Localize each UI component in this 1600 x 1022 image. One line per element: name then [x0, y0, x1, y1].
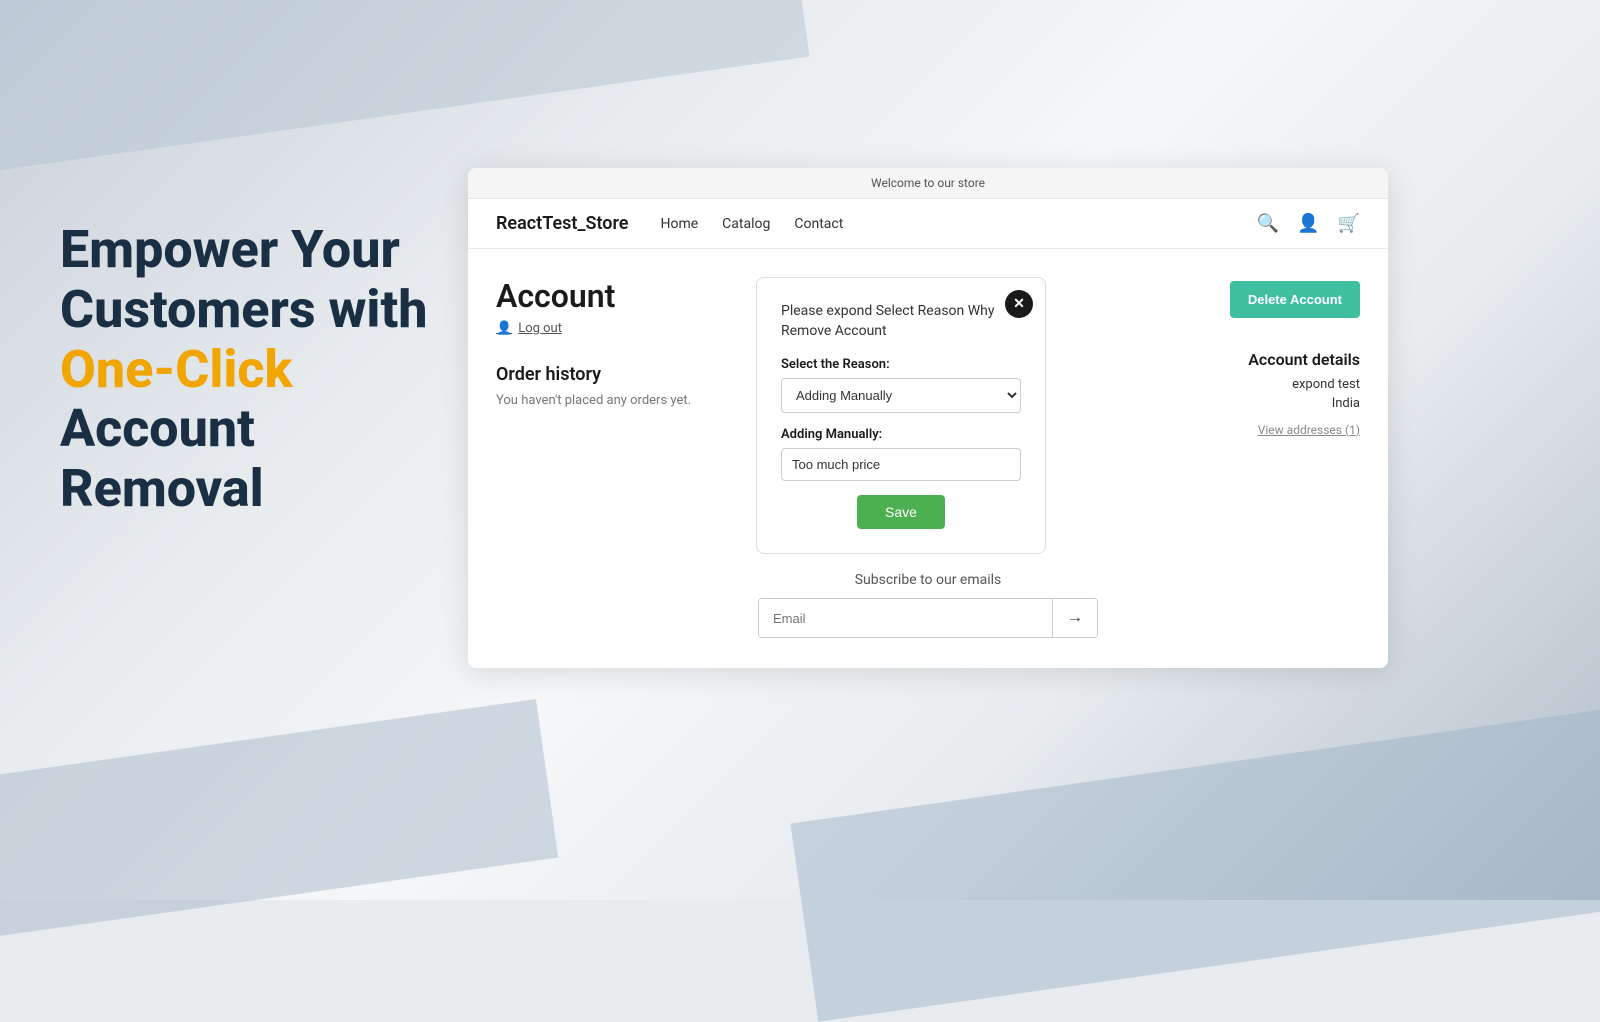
logout-label[interactable]: Log out: [518, 321, 562, 336]
logout-link[interactable]: 👤 Log out: [496, 321, 736, 336]
order-history-empty: You haven't placed any orders yet.: [496, 393, 736, 408]
hero-line4: Removal: [60, 458, 264, 519]
hero-line1: Empower Your: [60, 219, 400, 280]
save-button[interactable]: Save: [857, 495, 945, 529]
subscribe-title: Subscribe to our emails: [758, 572, 1098, 588]
subscribe-section: Subscribe to our emails →: [758, 572, 1098, 638]
email-input[interactable]: [759, 599, 1052, 637]
modal-close-button[interactable]: ✕: [1005, 290, 1033, 318]
user-icon: 👤: [496, 321, 512, 336]
reason-select[interactable]: Adding Manually Too expensive Not useful…: [781, 378, 1021, 413]
subscribe-submit-button[interactable]: →: [1052, 599, 1097, 637]
store-brand[interactable]: ReactTest_Store: [496, 213, 628, 234]
nav-catalog[interactable]: Catalog: [722, 216, 770, 232]
modal-title: Please expond Select Reason Why Remove A…: [781, 302, 1021, 341]
account-details-title: Account details: [1248, 350, 1360, 369]
nav-icon-group: 🔍 👤 🛒: [1257, 213, 1360, 234]
right-panel: Delete Account Account details expond te…: [1160, 277, 1360, 659]
hero-line2: Customers with: [60, 279, 427, 340]
hero-highlight: One-Click: [60, 339, 293, 400]
subscribe-form: →: [758, 598, 1098, 638]
store-window: Welcome to our store ReactTest_Store Hom…: [468, 168, 1388, 668]
nav-links: Home Catalog Contact: [660, 216, 1256, 232]
nav-contact[interactable]: Contact: [794, 216, 843, 232]
account-name: expond test: [1292, 377, 1360, 392]
nav-home[interactable]: Home: [660, 216, 698, 232]
select-reason-label: Select the Reason:: [781, 357, 1021, 372]
save-button-container: Save: [781, 495, 1021, 529]
adding-manually-label: Adding Manually:: [781, 427, 1021, 442]
navigation: ReactTest_Store Home Catalog Contact 🔍 👤…: [468, 199, 1388, 249]
reason-text-input[interactable]: [781, 448, 1021, 481]
delete-account-button[interactable]: Delete Account: [1230, 281, 1360, 318]
close-icon: ✕: [1013, 296, 1025, 312]
account-icon[interactable]: 👤: [1297, 213, 1319, 234]
top-bar: Welcome to our store: [468, 168, 1388, 199]
account-country: India: [1332, 396, 1360, 411]
view-addresses-link[interactable]: View addresses (1): [1258, 423, 1360, 437]
order-history-title: Order history: [496, 364, 736, 385]
top-bar-text: Welcome to our store: [871, 176, 985, 190]
search-icon[interactable]: 🔍: [1257, 213, 1279, 234]
hero-section: Empower Your Customers with One-Click Ac…: [60, 220, 427, 519]
left-panel: Account 👤 Log out Order history You have…: [496, 277, 736, 659]
hero-line3: Account: [60, 398, 255, 459]
account-title: Account: [496, 277, 736, 315]
cart-icon[interactable]: 🛒: [1338, 213, 1360, 234]
remove-account-modal: ✕ Please expond Select Reason Why Remove…: [756, 277, 1046, 554]
